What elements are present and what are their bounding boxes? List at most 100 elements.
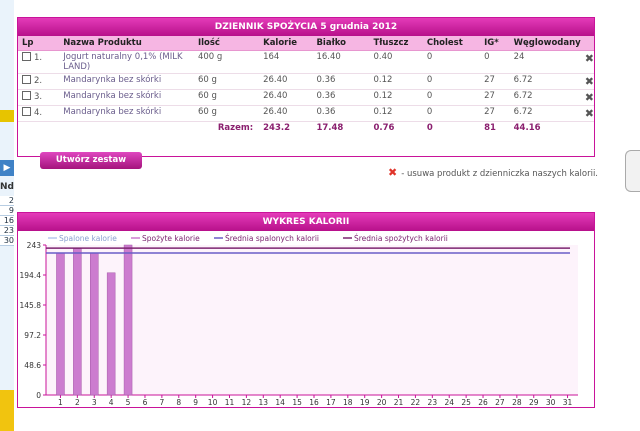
product-qty: 60 g xyxy=(193,73,260,90)
product-ig: 27 xyxy=(480,89,510,106)
product-ig: 27 xyxy=(480,73,510,90)
product-carbs: 6.72 xyxy=(509,105,581,122)
left-rail-day-header: Nd xyxy=(0,182,14,192)
remove-x-icon[interactable]: ✖ xyxy=(580,73,594,90)
calorie-bar xyxy=(56,252,65,396)
calendar-day[interactable]: 2 xyxy=(0,196,14,206)
totals-row: Razem: 243.2 17.48 0.76 0 81 44.16 xyxy=(18,122,594,135)
y-tick-label: 0 xyxy=(36,391,41,400)
left-rail: ▶ Nd 2 9 16 23 30 xyxy=(0,0,14,431)
product-chol: 0 xyxy=(422,89,481,106)
calendar-day[interactable]: 23 xyxy=(0,226,14,236)
col-name: Nazwa Produktu xyxy=(59,36,194,51)
x-tick-label: 13 xyxy=(259,398,269,407)
remove-x-icon[interactable]: ✖ xyxy=(580,89,594,106)
total-carbs: 44.16 xyxy=(513,123,541,133)
legend-label: Średnia spalonych kalorii xyxy=(225,234,319,243)
x-tick-label: 26 xyxy=(478,398,488,407)
y-tick-label: 97.2 xyxy=(24,331,41,340)
col-carbs: Węglowodany xyxy=(509,36,581,51)
product-name[interactable]: Mandarynka bez skórki xyxy=(59,105,194,122)
left-rail-calendar: 2 9 16 23 30 xyxy=(0,196,14,246)
product-qty: 60 g xyxy=(193,105,260,122)
y-tick-label: 145.8 xyxy=(20,301,42,310)
row-lp: 4. xyxy=(34,108,43,118)
product-qty: 60 g xyxy=(193,89,260,106)
left-rail-yellow-block xyxy=(0,390,14,431)
product-ig: 0 xyxy=(480,50,510,74)
col-qty: Ilość xyxy=(193,36,260,51)
product-chol: 0 xyxy=(422,50,481,74)
col-chol: Cholest xyxy=(422,36,481,51)
product-kcal: 26.40 xyxy=(259,89,313,106)
row-checkbox[interactable] xyxy=(22,91,31,100)
product-protein: 16.40 xyxy=(312,50,370,74)
create-set-button[interactable]: Utwórz zestaw xyxy=(40,152,142,169)
row-lp-cell: 2. xyxy=(18,73,60,90)
total-protein: 17.48 xyxy=(316,123,344,133)
x-tick-label: 29 xyxy=(529,398,539,407)
col-protein: Białko xyxy=(312,36,370,51)
row-lp-cell: 3. xyxy=(18,89,60,106)
right-edge-tab[interactable] xyxy=(625,150,640,192)
x-tick-label: 11 xyxy=(225,398,235,407)
row-lp: 3. xyxy=(34,92,43,102)
x-tick-label: 10 xyxy=(208,398,218,407)
chart-title: WYKRES KALORII xyxy=(18,213,594,231)
totals-label: Razem: xyxy=(217,123,254,133)
x-tick-label: 1 xyxy=(58,398,63,407)
product-carbs: 6.72 xyxy=(509,89,581,106)
calorie-bar xyxy=(73,248,82,396)
calorie-chart: 048.697.2145.8194.42431 2 3 4 5 6 7 8 9 10 11 12 13 1… xyxy=(18,231,594,407)
x-tick-label: 9 xyxy=(193,398,198,407)
calorie-bar xyxy=(90,252,99,396)
product-fat: 0.40 xyxy=(369,50,423,74)
x-tick-label: 27 xyxy=(495,398,505,407)
product-kcal: 164 xyxy=(259,50,313,74)
x-tick-label: 8 xyxy=(176,398,181,407)
row-checkbox[interactable] xyxy=(22,52,31,61)
row-lp-cell: 4. xyxy=(18,105,60,122)
remove-note-text: - usuwa produkt z dzienniczka naszych ka… xyxy=(401,169,599,179)
remove-x-icon[interactable]: ✖ xyxy=(580,50,594,74)
table-row: 1. Jogurt naturalny 0,1% (MILK LAND) 400… xyxy=(18,50,594,74)
product-name[interactable]: Mandarynka bez skórki xyxy=(59,73,194,90)
product-kcal: 26.40 xyxy=(259,105,313,122)
row-checkbox[interactable] xyxy=(22,107,31,116)
row-checkbox[interactable] xyxy=(22,75,31,84)
product-chol: 0 xyxy=(422,105,481,122)
remove-legend: ✖ - usuwa produkt z dzienniczka naszych k… xyxy=(388,166,598,179)
product-carbs: 24 xyxy=(509,50,581,74)
diary-table: Lp Nazwa Produktu Ilość Kalorie Białko T… xyxy=(18,36,594,134)
row-lp: 1. xyxy=(34,53,43,63)
product-protein: 0.36 xyxy=(312,73,370,90)
table-row: 4. Mandarynka bez skórki 60 g 26.40 0.36… xyxy=(18,105,594,122)
remove-x-icon[interactable]: ✖ xyxy=(580,105,594,122)
x-tick-label: 7 xyxy=(159,398,164,407)
x-tick-label: 25 xyxy=(461,398,471,407)
legend-label: Średnia spożytych kalorii xyxy=(354,234,448,243)
left-rail-play-icon[interactable]: ▶ xyxy=(0,160,14,176)
total-ig: 81 xyxy=(484,123,496,133)
y-tick-label: 194.4 xyxy=(20,271,42,280)
calendar-day[interactable]: 16 xyxy=(0,216,14,226)
product-name[interactable]: Jogurt naturalny 0,1% (MILK LAND) xyxy=(59,50,194,74)
product-fat: 0.12 xyxy=(369,73,423,90)
calendar-day[interactable]: 9 xyxy=(0,206,14,216)
col-actions xyxy=(580,36,594,51)
y-tick-label: 243 xyxy=(27,241,42,250)
total-kcal: 243.2 xyxy=(263,123,290,133)
x-tick-label: 12 xyxy=(242,398,252,407)
total-chol: 0 xyxy=(426,123,433,133)
x-tick-label: 15 xyxy=(292,398,302,407)
calendar-day[interactable]: 30 xyxy=(0,236,14,246)
x-tick-label: 16 xyxy=(309,398,319,407)
y-tick-label: 48.6 xyxy=(24,361,41,370)
product-qty: 400 g xyxy=(193,50,260,74)
total-fat: 0.76 xyxy=(373,123,395,133)
col-ig: IG* xyxy=(480,36,510,51)
product-name[interactable]: Mandarynka bez skórki xyxy=(59,89,194,106)
x-tick-label: 14 xyxy=(275,398,285,407)
product-protein: 0.36 xyxy=(312,105,370,122)
x-tick-label: 30 xyxy=(546,398,556,407)
